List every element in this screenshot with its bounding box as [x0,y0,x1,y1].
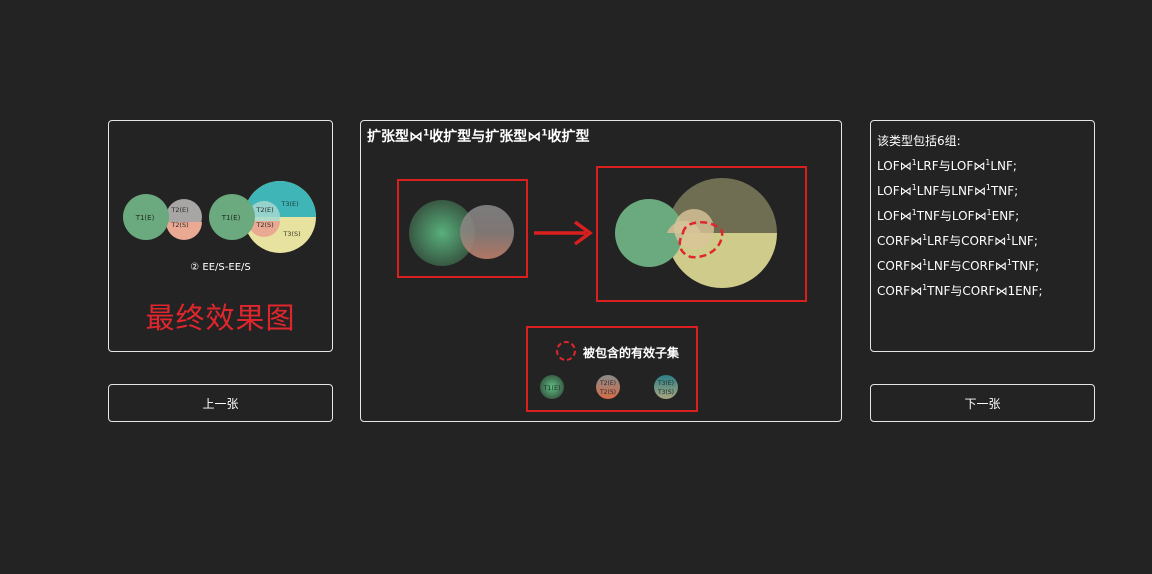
venn-label-t3s: T3(S) [282,230,300,238]
venn-label-t2e-b: T2(E) [255,206,273,214]
venn-label-t3e: T3(E) [280,200,298,208]
venn-diagrams: T1(E) T2(E) T2(S) T1(E) T2(E) T2(S) T3(E… [123,181,316,253]
info-line: LOF⋈1TNF与LOF⋈1ENF; [877,208,1020,223]
info-heading: 该类型包括6组: [877,134,961,148]
venn-label-t2s-b: T2(S) [255,221,273,229]
transition-arrow [534,220,593,246]
venn-t1-t2-t3: T1(E) T2(E) T2(S) T3(E) T3(S) [209,181,316,253]
venn-label-t1b: T1(E) [221,214,241,222]
legend: 被包含的有效子集 [527,327,697,411]
next-button[interactable]: 下一张 [870,384,1095,422]
prev-button[interactable]: 上一张 [108,384,333,422]
diagram-caption: ② EE/S-EE/S [190,262,251,273]
before-circle-t2 [460,205,514,259]
info-panel: 该类型包括6组: LOF⋈1LRF与LOF⋈1LNF; LOF⋈1LNF与LNF… [870,120,1095,352]
venn-label-t2e: T2(E) [170,206,188,214]
info-line: LOF⋈1LRF与LOF⋈1LNF; [877,158,1017,173]
info-line: CORF⋈1LRF与CORF⋈1LNF; [877,233,1038,248]
info-line: CORF⋈1LNF与CORF⋈1TNF; [877,258,1040,273]
final-result-label: 最终效果图 [145,301,296,335]
info-line: CORF⋈1TNF与CORF⋈1ENF; [877,283,1043,298]
transition-panel: 扩张型⋈1收扩型与扩张型⋈1收扩型 T1(E) T2(E) T2(S) T3(E… [360,120,842,422]
before-venn [409,200,514,266]
after-venn [615,178,777,288]
venn-label-t1: T1(E) [135,214,155,222]
venn-label-t2s: T2(S) [170,221,188,229]
legend-label: 被包含的有效子集 [583,346,680,360]
venn-t1-t2: T1(E) T2(E) T2(S) [123,194,202,240]
info-line: LOF⋈1LNF与LNF⋈1TNF; [877,183,1019,198]
final-result-panel: T1(E) T2(E) T2(S) T1(E) T2(E) T2(S) T3(E… [108,120,333,352]
